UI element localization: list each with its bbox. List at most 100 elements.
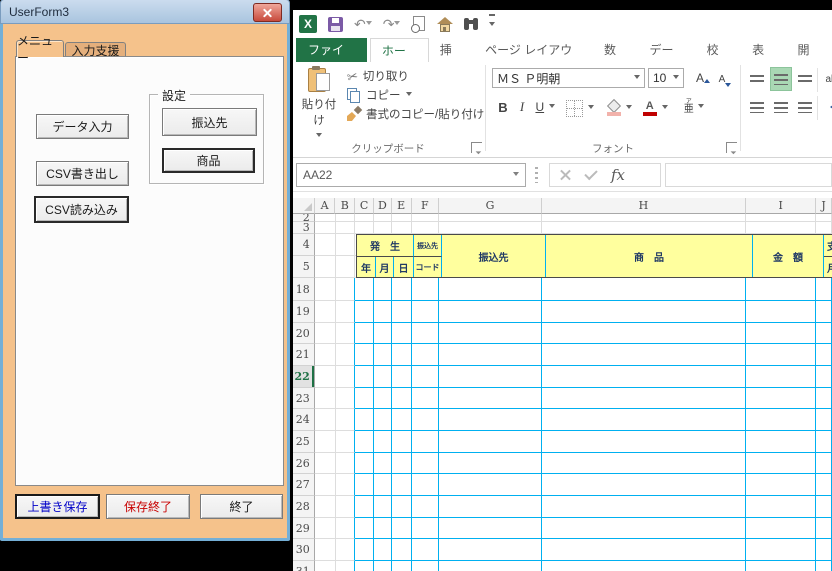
grid-cell-B23[interactable]: [335, 388, 356, 409]
grid-cell-D20[interactable]: [374, 323, 392, 344]
grid-cell-E31[interactable]: [391, 561, 412, 571]
save-icon[interactable]: [328, 16, 343, 32]
grid-cell-C29[interactable]: [355, 518, 375, 539]
grid-cell-C23[interactable]: [355, 388, 375, 409]
grid-cell-B28[interactable]: [335, 496, 356, 518]
header-cell-payee-code-2[interactable]: コード: [414, 257, 442, 277]
bold-button[interactable]: B: [494, 96, 512, 118]
grid-cell-D29[interactable]: [374, 518, 392, 539]
grid-cell-I3[interactable]: [746, 222, 817, 234]
tab-input-support[interactable]: 入力支援: [65, 42, 126, 58]
header-cell-month[interactable]: 月: [376, 257, 394, 277]
grid-cell-A21[interactable]: [314, 344, 336, 366]
overwrite-save-button[interactable]: 上書き保存: [15, 494, 100, 519]
clipboard-dialog-launcher-icon[interactable]: [471, 142, 482, 153]
row-header-30[interactable]: 30: [293, 539, 315, 561]
grid-cell-F19[interactable]: [411, 301, 440, 323]
bottom-align-button[interactable]: [794, 67, 816, 91]
grid-cell-H20[interactable]: [541, 323, 747, 344]
grid-cell-C31[interactable]: [355, 561, 375, 571]
grid-cell-B29[interactable]: [335, 518, 356, 539]
grid-cell-B3[interactable]: [335, 222, 356, 234]
column-header-A[interactable]: A: [314, 198, 336, 214]
grid-cell-J2[interactable]: [816, 214, 832, 222]
csv-export-button[interactable]: CSV書き出し: [36, 161, 129, 186]
grid-cell-J31[interactable]: [816, 561, 832, 571]
paste-button[interactable]: 貼り付け: [299, 66, 339, 140]
grid-cell-E25[interactable]: [391, 431, 412, 453]
grid-cell-B25[interactable]: [335, 431, 356, 453]
grid-cell-J23[interactable]: [816, 388, 832, 409]
grid-cell-H31[interactable]: [541, 561, 747, 571]
grid-cell-D23[interactable]: [374, 388, 392, 409]
grid-cell-I24[interactable]: [746, 409, 817, 431]
ribbon-tab-home[interactable]: ホーム: [369, 38, 429, 82]
cancel-icon[interactable]: [560, 170, 571, 181]
grid-cell-H24[interactable]: [541, 409, 747, 431]
grid-cell-J28[interactable]: [816, 496, 832, 518]
grid-cell-H29[interactable]: [541, 518, 747, 539]
grid-cell-I20[interactable]: [746, 323, 817, 344]
grid-cell-F27[interactable]: [411, 474, 440, 496]
grid-cell-A18[interactable]: [314, 278, 336, 301]
grid-cell-I26[interactable]: [746, 453, 817, 474]
formula-bar-resize-handle[interactable]: [535, 167, 538, 183]
home-icon[interactable]: [437, 16, 454, 32]
grid-cell-B31[interactable]: [335, 561, 356, 571]
grid-cell-G29[interactable]: [439, 518, 542, 539]
grid-cell-J18[interactable]: [816, 278, 832, 301]
grid-cell-H3[interactable]: [541, 222, 747, 234]
column-header-B[interactable]: B: [335, 198, 356, 214]
italic-button[interactable]: I: [514, 96, 530, 118]
grid-cell-A20[interactable]: [314, 323, 336, 344]
grid-cell-G27[interactable]: [439, 474, 542, 496]
grid-cell-C25[interactable]: [355, 431, 375, 453]
grid-cell-G21[interactable]: [439, 344, 542, 366]
grid-cell-A24[interactable]: [314, 409, 336, 431]
column-header-D[interactable]: D: [373, 198, 392, 214]
grid-cell-J3[interactable]: [816, 222, 832, 234]
grid-cell-E18[interactable]: [391, 278, 412, 301]
grid-cell-I23[interactable]: [746, 388, 817, 409]
header-cell-payee-code-1[interactable]: 振込先: [414, 235, 442, 257]
grid-cell-A23[interactable]: [314, 388, 336, 409]
grid-cell-E27[interactable]: [391, 474, 412, 496]
grid-cell-F30[interactable]: [411, 539, 440, 561]
grid-cell-J19[interactable]: [816, 301, 832, 323]
grid-cell-G19[interactable]: [439, 301, 542, 323]
header-cell-day[interactable]: 日: [394, 257, 414, 277]
grow-font-button[interactable]: A: [690, 68, 710, 88]
grid-cell-E20[interactable]: [391, 323, 412, 344]
grid-cell-D3[interactable]: [374, 222, 392, 234]
row-header-20[interactable]: 20: [293, 323, 315, 344]
fill-color-button[interactable]: [603, 97, 635, 119]
grid-cell-G3[interactable]: [439, 222, 542, 234]
grid-cell-A27[interactable]: [314, 474, 336, 496]
grid-cell-D19[interactable]: [374, 301, 392, 323]
grid-cell-G2[interactable]: [439, 214, 542, 222]
grid-cell-D26[interactable]: [374, 453, 392, 474]
grid-cell-E23[interactable]: [391, 388, 412, 409]
grid-cell-D28[interactable]: [374, 496, 392, 518]
wrap-text-button[interactable]: ab: [821, 67, 832, 91]
grid-cell-B26[interactable]: [335, 453, 356, 474]
grid-cell-I31[interactable]: [746, 561, 817, 571]
select-all-corner[interactable]: [293, 198, 315, 214]
grid-cell-H30[interactable]: [541, 539, 747, 561]
row-header-25[interactable]: 25: [293, 431, 315, 453]
grid-cell-H2[interactable]: [541, 214, 747, 222]
grid-cell-F18[interactable]: [411, 278, 440, 301]
grid-cell-D25[interactable]: [374, 431, 392, 453]
header-cell-occur[interactable]: 発 生: [357, 235, 414, 257]
shrink-font-button[interactable]: A: [712, 69, 732, 89]
grid-cell-D30[interactable]: [374, 539, 392, 561]
grid-cell-G24[interactable]: [439, 409, 542, 431]
grid-cell-H28[interactable]: [541, 496, 747, 518]
column-header-G[interactable]: G: [439, 198, 542, 214]
align-right-button[interactable]: [794, 95, 816, 119]
grid-cell-E24[interactable]: [391, 409, 412, 431]
grid-cell-B21[interactable]: [335, 344, 356, 366]
row-header-28[interactable]: 28: [293, 496, 315, 518]
enter-icon[interactable]: [584, 166, 598, 181]
grid-cell-F26[interactable]: [411, 453, 440, 474]
